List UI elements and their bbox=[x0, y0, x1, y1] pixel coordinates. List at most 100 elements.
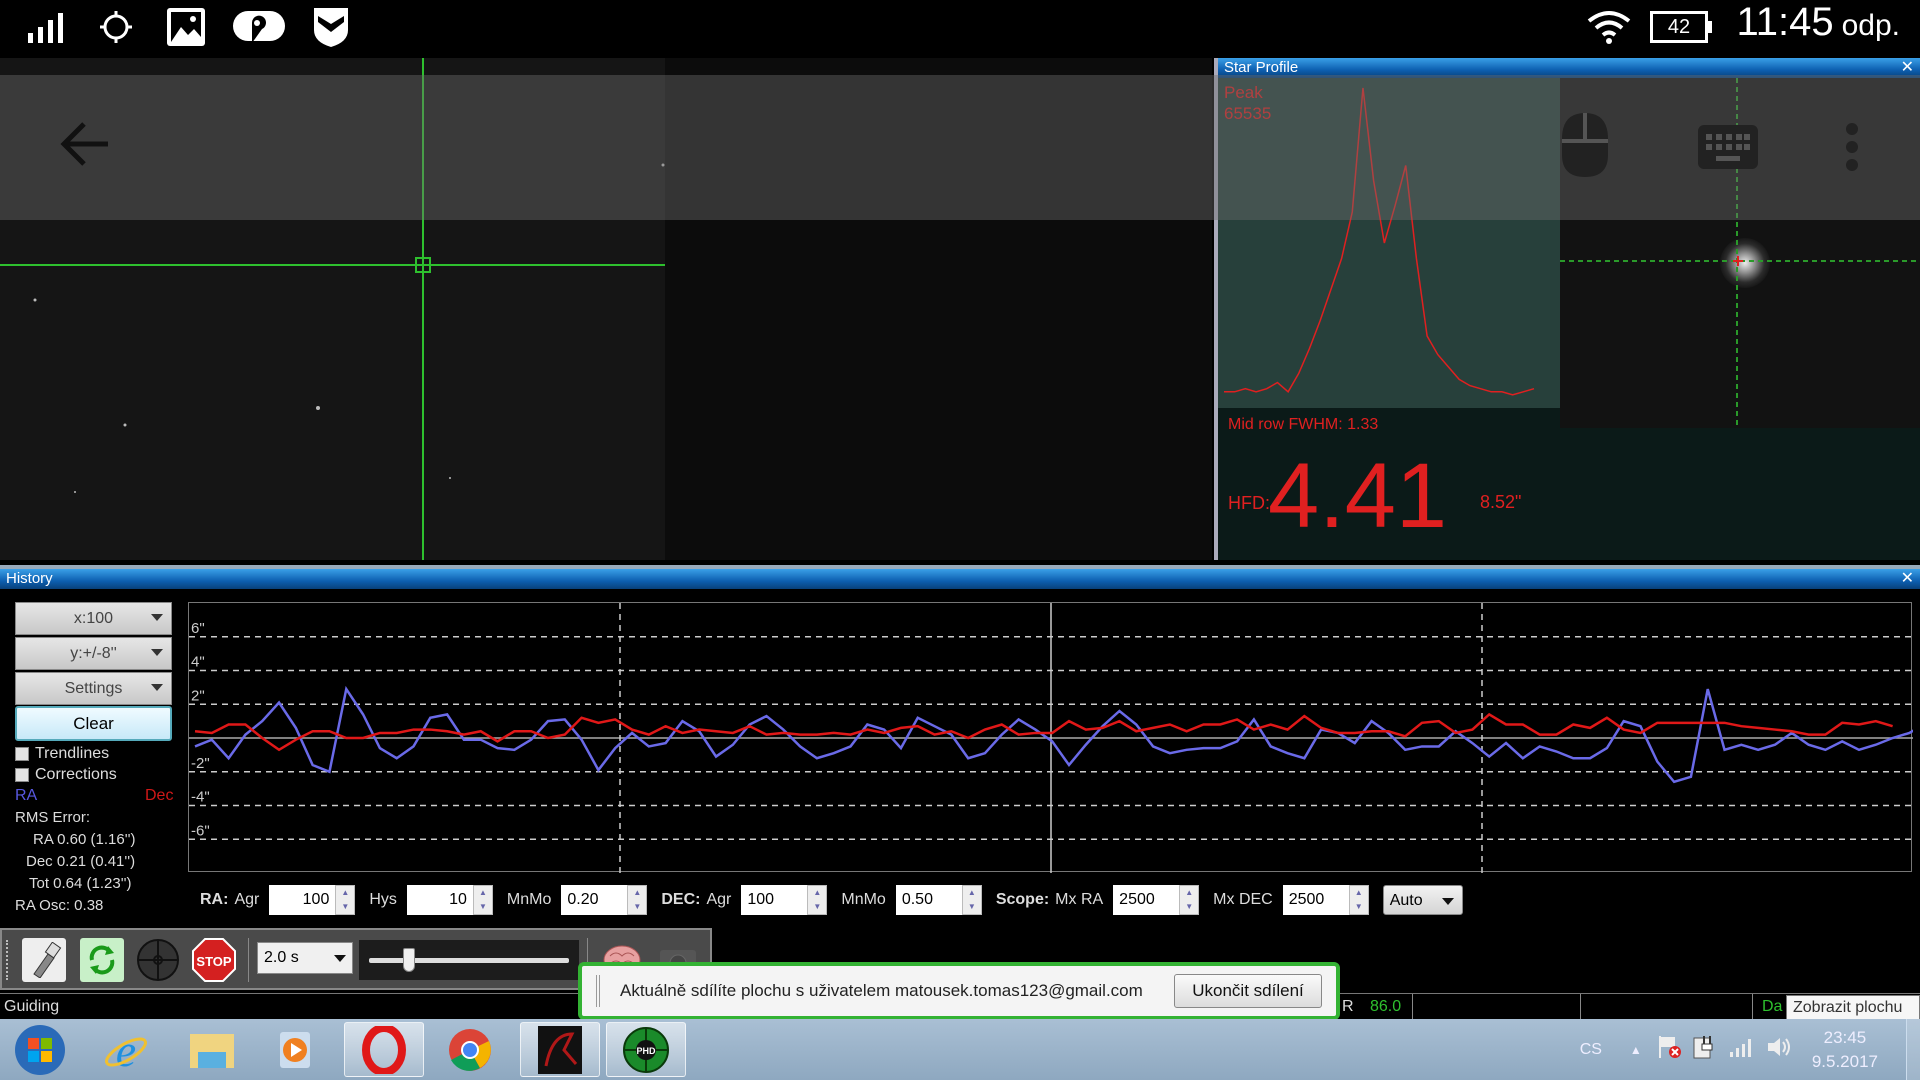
taskbar-opera[interactable] bbox=[344, 1022, 424, 1077]
taskbar-internet-explorer[interactable]: e bbox=[86, 1022, 166, 1077]
share-message: Aktuálně sdílíte plochu s uživatelem mat… bbox=[620, 981, 1143, 1000]
history-titlebar: History ✕ bbox=[0, 569, 1920, 589]
dec-mnmo-label: MnMo bbox=[841, 890, 886, 908]
spin-up-icon[interactable]: ▲ bbox=[341, 888, 349, 897]
taskbar-phd2[interactable]: PHD bbox=[606, 1022, 686, 1077]
mxdec-input[interactable]: 2500 bbox=[1282, 884, 1349, 915]
dark-status: Da bbox=[1762, 998, 1783, 1015]
gps-icon bbox=[98, 4, 134, 50]
phd2-icon: PHD bbox=[623, 1026, 669, 1073]
slider-thumb[interactable] bbox=[403, 948, 415, 972]
trendlines-checkbox[interactable]: Trendlines bbox=[15, 745, 109, 763]
status-divider bbox=[1580, 994, 1581, 1020]
loop-exposure-button[interactable] bbox=[80, 938, 124, 982]
mxra-spinner[interactable]: 2500 ▲ ▼ bbox=[1113, 884, 1200, 915]
mouse-icon[interactable] bbox=[1560, 111, 1610, 184]
rms-tot: Tot 0.64 (1.23'') bbox=[29, 875, 132, 892]
action-center-flag-icon[interactable] bbox=[1656, 1034, 1682, 1065]
spin-up-icon[interactable]: ▲ bbox=[479, 888, 487, 897]
crosshair-target-icon bbox=[137, 939, 179, 981]
hys-spinner[interactable]: 10 ▲ ▼ bbox=[406, 884, 493, 915]
power-plug-icon[interactable] bbox=[1692, 1034, 1716, 1065]
mxra-input[interactable]: 2500 bbox=[1113, 884, 1180, 915]
status-divider bbox=[1412, 994, 1413, 1020]
start-button[interactable] bbox=[0, 1022, 80, 1077]
checkbox-box[interactable] bbox=[15, 747, 29, 761]
ra-mnmo-spinner[interactable]: 0.20 ▲ ▼ bbox=[561, 884, 648, 915]
taskbar-chrome[interactable] bbox=[430, 1022, 510, 1077]
spin-down-icon[interactable]: ▼ bbox=[1355, 902, 1363, 911]
y-tick-label: -6" bbox=[191, 822, 210, 839]
series-line-ra bbox=[194, 685, 1920, 784]
svg-text:PHD: PHD bbox=[636, 1046, 656, 1056]
toolbar-grip[interactable] bbox=[6, 940, 10, 980]
show-hidden-icons[interactable]: ▲ bbox=[1630, 1043, 1642, 1057]
dec-mode-select[interactable]: Auto bbox=[1382, 884, 1463, 915]
language-indicator[interactable]: CS bbox=[1580, 1041, 1602, 1059]
spin-up-icon[interactable]: ▲ bbox=[1185, 888, 1193, 897]
checkbox-box[interactable] bbox=[15, 768, 29, 782]
dec-agr-spinner[interactable]: 100 ▲ ▼ bbox=[741, 884, 828, 915]
history-panel: History ✕ x:100 y:+/-8'' Settings Clear … bbox=[0, 565, 1920, 925]
status-divider bbox=[1752, 994, 1753, 1020]
taskbar-file-explorer[interactable] bbox=[172, 1022, 252, 1077]
rms-ra: RA 0.60 (1.16'') bbox=[33, 831, 136, 848]
exposure-dropdown[interactable]: 2.0 s bbox=[257, 942, 353, 974]
history-chart[interactable]: 6" 4" 2" -2" -4" -6" bbox=[188, 602, 1920, 873]
spin-down-icon[interactable]: ▼ bbox=[1185, 902, 1193, 911]
drag-grip[interactable] bbox=[596, 975, 600, 1007]
chevron-down-icon bbox=[151, 649, 163, 656]
taskbar-clock[interactable]: 23:45 9.5.2017 bbox=[1812, 1026, 1878, 1074]
spin-down-icon[interactable]: ▼ bbox=[341, 902, 349, 911]
maps-icon bbox=[232, 4, 286, 50]
ra-section-label: RA: bbox=[200, 890, 229, 908]
spin-down-icon[interactable]: ▼ bbox=[479, 902, 487, 911]
network-signal-icon[interactable] bbox=[1728, 1036, 1754, 1063]
y-tick-label: -4" bbox=[191, 789, 210, 806]
show-desktop-button[interactable] bbox=[1906, 1019, 1920, 1080]
hys-label: Hys bbox=[369, 890, 397, 908]
dec-agr-input[interactable]: 100 bbox=[741, 884, 808, 915]
settings-dropdown[interactable]: Settings bbox=[15, 672, 172, 705]
ra-agr-input[interactable]: 100 bbox=[269, 884, 336, 915]
spin-up-icon[interactable]: ▲ bbox=[813, 888, 821, 897]
stop-button[interactable]: STOP bbox=[192, 938, 236, 982]
hys-input[interactable]: 10 bbox=[406, 884, 473, 915]
ra-mnmo-input[interactable]: 0.20 bbox=[561, 884, 628, 915]
spin-up-icon[interactable]: ▲ bbox=[968, 888, 976, 897]
settings-label: Settings bbox=[64, 679, 123, 697]
y-scale-dropdown[interactable]: y:+/-8'' bbox=[15, 637, 172, 670]
stop-sharing-button[interactable]: Ukončit sdílení bbox=[1174, 974, 1322, 1008]
opera-icon bbox=[362, 1025, 406, 1074]
dec-agr-label: Agr bbox=[706, 890, 732, 908]
x-scale-dropdown[interactable]: x:100 bbox=[15, 602, 172, 635]
mxdec-spinner[interactable]: 2500 ▲ ▼ bbox=[1282, 884, 1369, 915]
more-vert-icon[interactable] bbox=[1845, 122, 1859, 177]
guide-button[interactable] bbox=[136, 938, 180, 982]
corrections-checkbox[interactable]: Corrections bbox=[15, 766, 117, 784]
dec-mnmo-input[interactable]: 0.50 bbox=[895, 884, 962, 915]
x-scale-label: x:100 bbox=[73, 609, 114, 627]
keyboard-icon[interactable] bbox=[1698, 125, 1758, 174]
taskbar-red-app[interactable] bbox=[520, 1022, 600, 1077]
spin-up-icon[interactable]: ▲ bbox=[633, 888, 641, 897]
dec-section-label: DEC: bbox=[661, 890, 701, 908]
gamma-slider[interactable] bbox=[359, 940, 579, 980]
clear-button[interactable]: Clear bbox=[15, 706, 172, 741]
dec-mnmo-spinner[interactable]: 0.50 ▲ ▼ bbox=[895, 884, 982, 915]
connect-equipment-button[interactable] bbox=[22, 938, 66, 982]
chevron-down-icon bbox=[151, 614, 163, 621]
spin-down-icon[interactable]: ▼ bbox=[633, 902, 641, 911]
svg-text:e: e bbox=[116, 1026, 136, 1074]
battery-level: 42 bbox=[1650, 11, 1708, 43]
back-arrow-icon[interactable] bbox=[58, 120, 112, 173]
exposure-value: 2.0 s bbox=[264, 949, 299, 966]
taskbar-media-player[interactable] bbox=[256, 1022, 336, 1077]
ra-agr-spinner[interactable]: 100 ▲ ▼ bbox=[269, 884, 356, 915]
spin-up-icon[interactable]: ▲ bbox=[1355, 888, 1363, 897]
volume-icon[interactable] bbox=[1766, 1035, 1792, 1064]
toolbar-separator bbox=[248, 938, 249, 982]
spin-down-icon[interactable]: ▼ bbox=[968, 902, 976, 911]
spin-down-icon[interactable]: ▼ bbox=[813, 902, 821, 911]
close-icon[interactable]: ✕ bbox=[1901, 569, 1914, 589]
